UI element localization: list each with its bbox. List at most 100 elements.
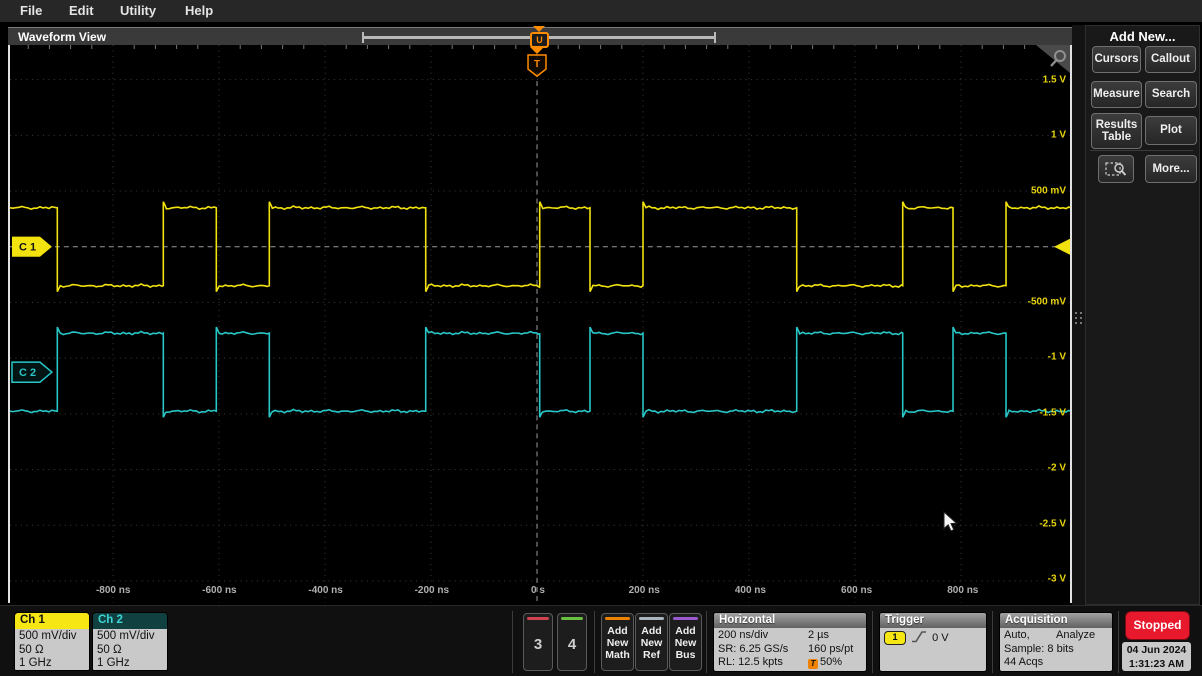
menu-file[interactable]: File: [20, 3, 42, 18]
zoom-box-button[interactable]: [1098, 155, 1134, 183]
datetime-badge: 04 Jun 2024 1:31:23 AM: [1122, 642, 1191, 671]
horizontal-position-handle[interactable]: U: [530, 32, 549, 48]
x-axis-label: -200 ns: [415, 585, 449, 596]
trigger-source-badge: 1: [884, 631, 906, 645]
math-color-stripe: [605, 617, 630, 620]
ch2-impedance: 50 Ω: [97, 644, 167, 658]
trigger-position-icon: T: [808, 659, 818, 669]
plot-button[interactable]: Plot: [1145, 116, 1197, 145]
more-button[interactable]: More...: [1145, 155, 1197, 183]
zoom-corner-button[interactable]: [1036, 45, 1070, 75]
y-axis-label: -500 mV: [1028, 296, 1066, 307]
horizontal-scale: 200 ns/div: [718, 629, 808, 643]
menu-edit[interactable]: Edit: [69, 3, 94, 18]
callout-button[interactable]: Callout: [1145, 46, 1196, 73]
channel-2-header: Ch 2: [93, 613, 167, 629]
time-text: 1:31:23 AM: [1122, 657, 1191, 671]
ref-color-stripe: [639, 617, 664, 620]
acquisition-badge[interactable]: Acquisition Auto, Analyze Sample: 8 bits…: [999, 612, 1113, 672]
graticule[interactable]: C 1C 2T 1.5 V1 V500 mV-500 mV-1 V-1.5 V-…: [8, 45, 1072, 603]
svg-text:T: T: [534, 59, 540, 70]
channel-marker-c1[interactable]: C 1: [12, 237, 52, 257]
draw-box-zoom-icon: [1105, 160, 1127, 178]
sample-rate: SR: 6.25 GS/s: [718, 643, 808, 657]
date-text: 04 Jun 2024: [1122, 643, 1191, 657]
trigger-position-flag[interactable]: T: [528, 55, 546, 76]
search-button[interactable]: Search: [1145, 81, 1197, 108]
waveform-view-panel: Waveform View C 1C 2T 1.5 V1 V500 mV-500…: [8, 27, 1072, 603]
panel-divider: [1090, 150, 1193, 151]
channel-4-button[interactable]: 4: [557, 613, 587, 671]
cursors-button[interactable]: Cursors: [1092, 46, 1141, 73]
waveform-ch2[interactable]: [10, 327, 1070, 417]
x-axis-label: -600 ns: [202, 585, 236, 596]
y-axis-label: 1.5 V: [1043, 74, 1066, 85]
separator: [992, 611, 993, 673]
separator: [512, 611, 513, 673]
trigger-marker-arrow-icon: [530, 47, 544, 54]
x-axis-label: 0 s: [531, 585, 545, 596]
separator: [594, 611, 595, 673]
y-axis-label: -1.5 V: [1039, 407, 1066, 418]
scrollbar-right-bracket: [714, 32, 716, 43]
menu-help[interactable]: Help: [185, 3, 213, 18]
menu-utility[interactable]: Utility: [120, 3, 156, 18]
separator: [1118, 611, 1119, 673]
channel-1-badge[interactable]: Ch 1 500 mV/div 50 Ω 1 GHz: [14, 612, 90, 671]
ch4-label: 4: [558, 636, 586, 653]
run-stop-button[interactable]: Stopped: [1125, 611, 1190, 640]
separator: [706, 611, 707, 673]
menu-bar: File Edit Utility Help: [0, 0, 1202, 23]
trigger-level: 0 V: [932, 632, 949, 644]
trigger-level-arrow[interactable]: [1054, 239, 1070, 255]
x-axis-label: -800 ns: [96, 585, 130, 596]
scrollbar-left-bracket: [362, 32, 364, 43]
horizontal-window: 2 µs: [808, 629, 862, 643]
add-new-title: Add New...: [1086, 29, 1199, 44]
ch3-color-stripe: [527, 617, 549, 620]
bus-color-stripe: [673, 617, 698, 620]
horizontal-position: 50%: [820, 656, 842, 668]
measure-button[interactable]: Measure: [1091, 81, 1142, 108]
channel-2-badge[interactable]: Ch 2 500 mV/div 50 Ω 1 GHz: [92, 612, 168, 671]
add-new-bus-button[interactable]: Add New Bus: [669, 613, 702, 671]
y-axis-label: -2.5 V: [1039, 518, 1066, 529]
ch2-bandwidth: 1 GHz: [97, 657, 167, 671]
x-axis-label: 800 ns: [947, 585, 978, 596]
trigger-badge[interactable]: Trigger 1 0 V: [879, 612, 987, 672]
add-new-math-button[interactable]: Add New Math: [601, 613, 634, 671]
y-axis-label: 1 V: [1051, 130, 1066, 141]
record-length: RL: 12.5 kpts: [718, 656, 808, 670]
y-axis-label: -3 V: [1048, 574, 1066, 585]
channel-3-button[interactable]: 3: [523, 613, 553, 671]
add-bus-label: Add New Bus: [670, 625, 701, 661]
add-ref-label: Add New Ref: [636, 625, 667, 661]
ch2-scale: 500 mV/div: [97, 630, 167, 644]
ch1-scale: 500 mV/div: [19, 630, 89, 644]
x-axis-label: 400 ns: [735, 585, 766, 596]
horizontal-header: Horizontal: [714, 613, 866, 628]
ch1-bandwidth: 1 GHz: [19, 657, 89, 671]
separator: [872, 611, 873, 673]
ch3-label: 3: [524, 636, 552, 653]
acq-sample: Sample: 8 bits: [1004, 643, 1108, 657]
panel-splitter[interactable]: [1072, 25, 1085, 605]
add-new-panel: Add New... Cursors Callout Measure Searc…: [1085, 25, 1200, 605]
ch4-color-stripe: [561, 617, 583, 620]
x-axis-label: 200 ns: [629, 585, 660, 596]
channel-marker-c2[interactable]: C 2: [12, 362, 52, 382]
waveform-view-title: Waveform View: [18, 30, 106, 44]
channel-1-header: Ch 1: [15, 613, 89, 629]
x-axis-label: -400 ns: [308, 585, 342, 596]
svg-text:C 1: C 1: [19, 242, 36, 254]
y-axis-label: -2 V: [1048, 463, 1066, 474]
horizontal-badge[interactable]: Horizontal 200 ns/div 2 µs SR: 6.25 GS/s…: [713, 612, 867, 672]
acq-analyze: Analyze: [1056, 629, 1108, 643]
settings-bar: Ch 1 500 mV/div 50 Ω 1 GHz Ch 2 500 mV/d…: [0, 605, 1202, 676]
acq-mode: Auto,: [1004, 629, 1056, 643]
resolution: 160 ps/pt: [808, 643, 862, 657]
drag-dots-icon: [1075, 312, 1082, 324]
results-table-button[interactable]: Results Table: [1091, 113, 1142, 149]
oscilloscope-screen: File Edit Utility Help Waveform View C 1…: [0, 0, 1202, 676]
add-new-ref-button[interactable]: Add New Ref: [635, 613, 668, 671]
